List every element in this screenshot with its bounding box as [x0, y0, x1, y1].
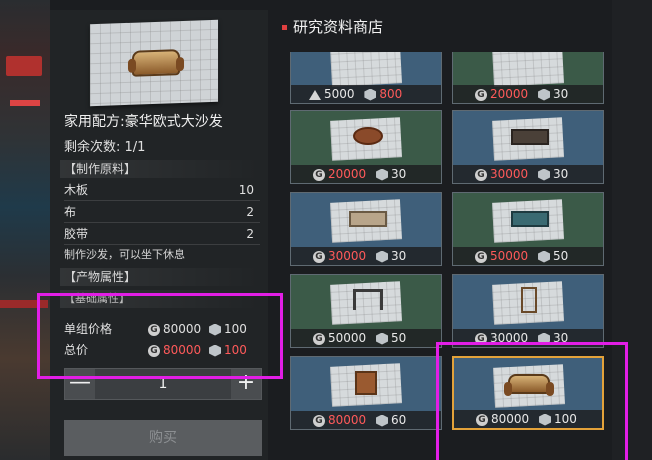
- shop-item-card[interactable]: G 80000 60: [290, 356, 442, 430]
- recipe-detail-panel: 家用配方:豪华欧式大沙发 剩余次数: 1/1 【制作原料】 木板 10 布 2 …: [50, 10, 268, 460]
- price-secondary: 30: [553, 167, 569, 181]
- recipe-blueprint-image: [89, 19, 219, 107]
- coin-icon: G: [313, 168, 325, 181]
- material-row: 胶带 2: [64, 224, 260, 245]
- stool-icon: [521, 287, 537, 313]
- shop-item-card[interactable]: G 20000 30: [290, 110, 442, 184]
- price-secondary: 60: [391, 413, 407, 427]
- material-name: 布: [64, 205, 77, 219]
- coin-icon: G: [475, 250, 487, 263]
- price-primary: 5000: [324, 87, 355, 101]
- couch-icon: [349, 211, 387, 227]
- price-primary: 50000: [490, 249, 529, 263]
- shop-item-card[interactable]: 5000 800: [290, 52, 442, 104]
- material-icon: [309, 89, 321, 100]
- price-secondary: 800: [379, 87, 403, 101]
- item-price: G 30000 30: [453, 165, 603, 183]
- coin-icon: G: [313, 414, 325, 427]
- item-price: G 80000 60: [291, 411, 441, 429]
- cube-icon: [376, 414, 389, 427]
- coin-icon: G: [313, 332, 325, 345]
- item-art: [453, 52, 603, 87]
- material-row: 木板 10: [64, 180, 260, 201]
- shop-item-card[interactable]: G 30000 30: [290, 192, 442, 266]
- couch-icon: [511, 129, 549, 145]
- background-light: [10, 100, 40, 106]
- highlight-box-price: [37, 293, 283, 379]
- background-sign: [6, 56, 42, 76]
- price-primary: 30000: [328, 249, 367, 263]
- recipe-name: 家用配方:豪华欧式大沙发: [64, 114, 223, 130]
- item-price: G 20000 30: [291, 165, 441, 183]
- coin-icon: G: [313, 250, 325, 263]
- shop-item-card[interactable]: G 20000 30: [452, 52, 604, 104]
- price-primary: 30000: [490, 167, 529, 181]
- price-secondary: 50: [391, 331, 407, 345]
- price-primary: 80000: [328, 413, 367, 427]
- cube-icon: [538, 168, 551, 181]
- shop-item-card[interactable]: G 50000 50: [290, 274, 442, 348]
- title-marker-icon: [282, 25, 287, 30]
- price-secondary: 30: [553, 87, 569, 101]
- item-price: G 50000 50: [291, 329, 441, 347]
- item-price: G 50000 50: [453, 247, 603, 265]
- item-price: 5000 800: [291, 85, 441, 103]
- cube-icon: [538, 88, 551, 101]
- material-name: 木板: [64, 183, 89, 197]
- item-art: [453, 111, 603, 167]
- item-art: [291, 357, 441, 413]
- background-scene: [0, 0, 50, 460]
- price-secondary: 50: [553, 249, 569, 263]
- shop-item-card[interactable]: G 30000 30: [452, 274, 604, 348]
- material-qty: 2: [246, 205, 254, 219]
- properties-header: 【产物属性】: [60, 268, 260, 286]
- price-secondary: 30: [391, 167, 407, 181]
- material-qty: 10: [238, 183, 254, 197]
- materials-header: 【制作原料】: [60, 160, 260, 178]
- item-art: [453, 193, 603, 249]
- cube-icon: [376, 168, 389, 181]
- table-icon: [353, 127, 383, 145]
- item-price: G 30000 30: [291, 247, 441, 265]
- sofa-icon: [131, 49, 181, 77]
- buy-button[interactable]: 购买: [64, 420, 262, 456]
- price-primary: 20000: [328, 167, 367, 181]
- cube-icon: [538, 250, 551, 263]
- cube-icon: [364, 88, 377, 101]
- item-art: [453, 275, 603, 331]
- highlight-box-selected-item: [436, 342, 628, 460]
- coin-icon: G: [475, 88, 487, 101]
- material-row: 布 2: [64, 202, 260, 223]
- material-name: 胶带: [64, 227, 89, 241]
- couch-icon: [511, 211, 549, 227]
- shop-item-card[interactable]: G 30000 30: [452, 110, 604, 184]
- cube-icon: [376, 332, 389, 345]
- item-art: [291, 193, 441, 249]
- price-primary: 20000: [490, 87, 529, 101]
- price-secondary: 30: [391, 249, 407, 263]
- item-art: [291, 111, 441, 167]
- item-price: G 20000 30: [453, 85, 603, 103]
- chair-icon: [353, 289, 383, 310]
- armchair-icon: [355, 371, 377, 395]
- item-description: 制作沙发，可以坐下休息: [64, 248, 185, 261]
- material-qty: 2: [246, 227, 254, 241]
- item-art: [291, 275, 441, 331]
- shop-item-card[interactable]: G 50000 50: [452, 192, 604, 266]
- shop-title-text: 研究资料商店: [293, 18, 384, 36]
- cube-icon: [376, 250, 389, 263]
- item-art: [291, 52, 441, 87]
- remaining-count: 剩余次数: 1/1: [64, 140, 146, 155]
- price-primary: 50000: [328, 331, 367, 345]
- shop-title: 研究资料商店: [282, 16, 383, 37]
- coin-icon: G: [475, 168, 487, 181]
